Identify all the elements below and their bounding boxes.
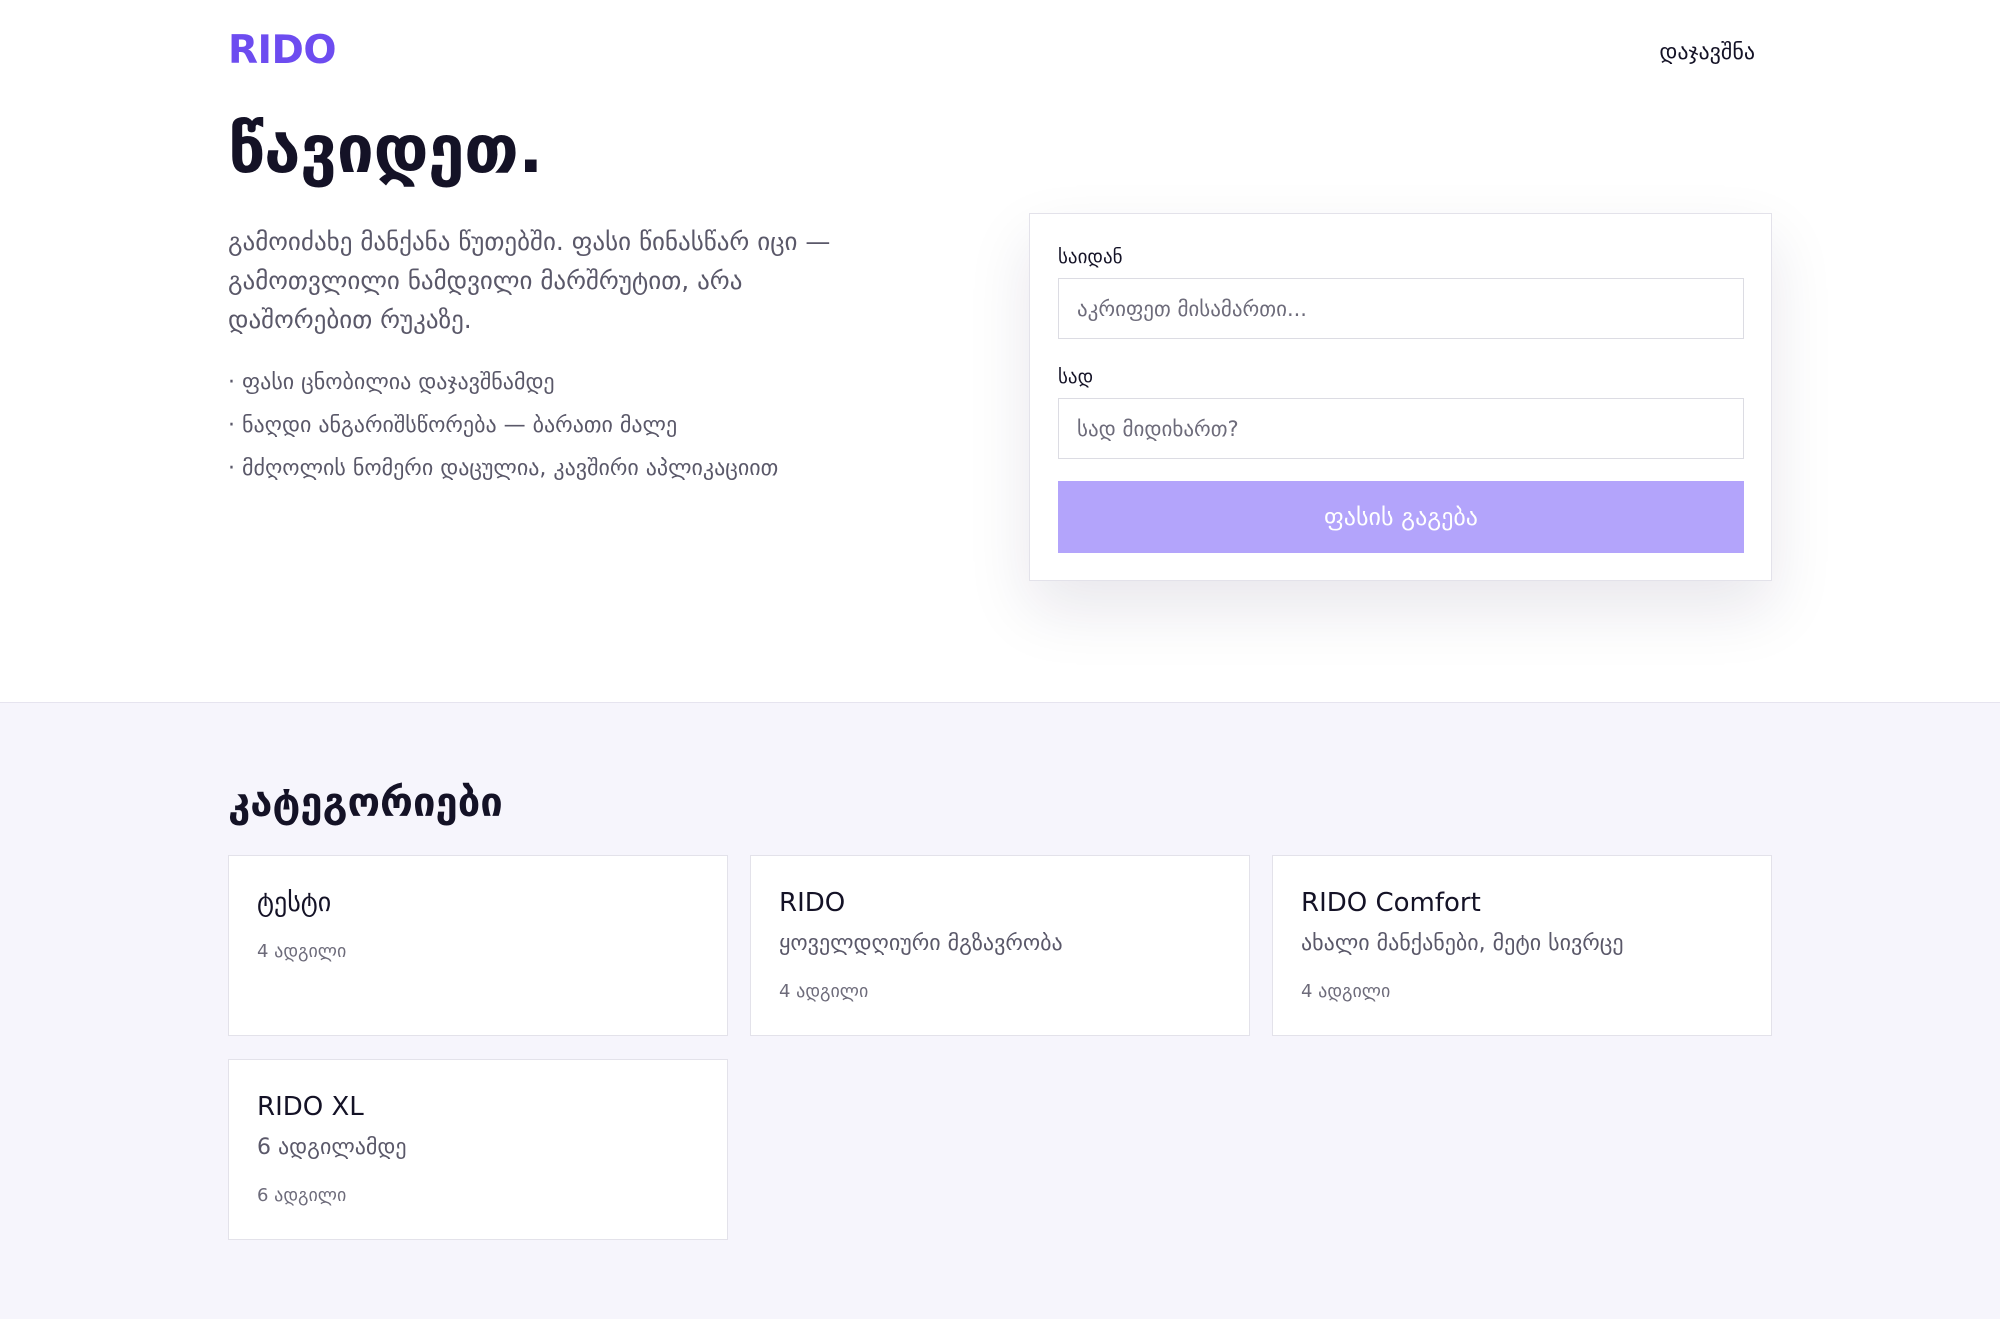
feature-list: · ფასი ცნობილია დაჯავშნამდე · ნაღდი ანგა… (228, 361, 868, 490)
hero-subtitle: გამოიძახე მანქანა წუთებში. ფასი წინასწარ… (228, 227, 831, 334)
hero-content: წავიდეთ. გამოიძახე მანქანა წუთებში. ფასი… (228, 110, 868, 490)
category-seats: 4 ადგილი (1301, 981, 1391, 1002)
category-card-rido-comfort[interactable]: RIDO Comfort ახალი მანქანები, მეტი სივრც… (1272, 855, 1772, 1036)
hero-title: წავიდეთ. (228, 111, 543, 188)
from-label: საიდან (1058, 246, 1123, 268)
categories-section: კატეგორიები ტესტი 4 ადგილი RIDO ყოველდღი… (0, 702, 2000, 1319)
categories-title: კატეგორიები (228, 780, 503, 826)
category-card-rido[interactable]: RIDO ყოველდღიური მგზავრობა 4 ადგილი (750, 855, 1250, 1036)
category-seats: 4 ადგილი (779, 981, 869, 1002)
login-link[interactable]: დაჯავშნა (1659, 38, 1755, 68)
feature-item: · ნაღდი ანგარიშსწორება — ბარათი მალე (228, 413, 678, 438)
category-name: RIDO Comfort (1301, 888, 1481, 918)
feature-item: · მძღოლის ნომერი დაცულია, კავშირი აპლიკა… (228, 456, 779, 481)
site-header: RIDO დაჯავშნა (0, 0, 2000, 110)
feature-item: · ფასი ცნობილია დაჯავშნამდე (228, 370, 555, 395)
category-name: RIDO XL (257, 1092, 364, 1122)
to-input[interactable] (1058, 398, 1744, 459)
category-card-rido-xl[interactable]: RIDO XL 6 ადგილამდე 6 ადგილი (228, 1059, 728, 1240)
logo[interactable]: RIDO (228, 26, 337, 76)
category-seats: 4 ადგილი (257, 941, 347, 962)
get-price-button[interactable]: ფასის გაგება (1058, 481, 1744, 553)
category-description: 6 ადგილამდე (257, 1135, 407, 1160)
category-card-test[interactable]: ტესტი 4 ადგილი (228, 855, 728, 1036)
category-seats: 6 ადგილი (257, 1185, 347, 1206)
category-name: RIDO (779, 888, 846, 918)
category-description: ყოველდღიური მგზავრობა (779, 931, 1063, 956)
from-input[interactable] (1058, 278, 1744, 339)
to-label: სად (1058, 366, 1094, 388)
booking-card: საიდან სად ფასის გაგება (1029, 213, 1772, 581)
category-description: ახალი მანქანები, მეტი სივრცე (1301, 931, 1624, 956)
category-name: ტესტი (257, 888, 332, 918)
